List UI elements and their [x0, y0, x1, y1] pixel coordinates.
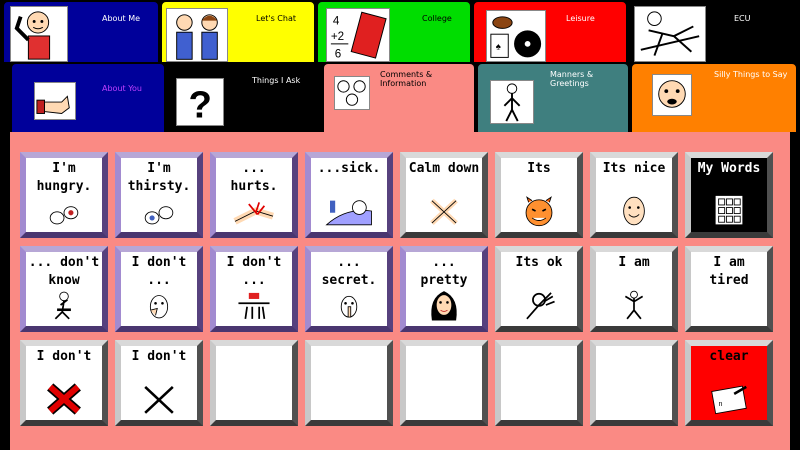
keyboard-icon — [691, 193, 767, 229]
red-x-icon — [26, 381, 102, 417]
person-greeting-icon — [490, 80, 534, 124]
speech-button-1[interactable]: I'm thirsty. — [115, 152, 203, 238]
button-label: ... pretty — [420, 255, 468, 288]
person-relaxing-icon — [634, 6, 706, 62]
svg-text:n: n — [719, 401, 723, 408]
button-label: Calm down — [408, 161, 480, 176]
tab-about-me[interactable]: About Me — [2, 0, 160, 64]
button-label: I am — [618, 255, 650, 270]
speech-button-3[interactable]: ...sick. — [305, 152, 393, 238]
button-label: ... hurts. — [230, 161, 278, 194]
ok-hand-icon — [501, 287, 577, 323]
svg-text:?: ? — [189, 83, 212, 125]
button-label: I don't — [36, 349, 92, 364]
speech-button-6[interactable]: Its nice — [590, 152, 678, 238]
tab-label: About You — [102, 84, 142, 93]
devil-face-icon — [501, 193, 577, 229]
tab-label: Leisure — [566, 14, 595, 23]
hands-icon — [216, 287, 292, 323]
tab-label: Things I Ask — [252, 76, 301, 85]
tab-lets-chat[interactable]: Let's Chat — [160, 0, 316, 64]
button-label: I don't ... — [226, 255, 282, 288]
speech-button-13[interactable]: Its ok — [495, 246, 583, 332]
tab-label: Let's Chat — [256, 14, 296, 23]
button-label: I don't ... — [131, 255, 187, 288]
empty-button[interactable] — [210, 340, 298, 426]
button-label: clear — [709, 349, 749, 364]
speech-button-4[interactable]: Calm down — [400, 152, 488, 238]
button-label: I am tired — [709, 255, 749, 288]
math-book-icon: 4 +2 6 — [326, 8, 390, 62]
question-mark-icon: ? — [176, 78, 224, 126]
leisure-items-icon: ♠ — [486, 10, 546, 62]
speech-button-2[interactable]: ... hurts. — [210, 152, 298, 238]
tab-things-i-ask[interactable]: ? Things I Ask — [166, 62, 322, 134]
tab-label: Comments & Information — [380, 70, 433, 88]
speech-button-0[interactable]: I'm hungry. — [20, 152, 108, 238]
tab-label: About Me — [102, 14, 141, 23]
speech-button-16[interactable]: I don't — [20, 340, 108, 426]
calm-down-icon — [406, 193, 482, 229]
button-label: My Words — [697, 161, 761, 176]
button-label: Its — [527, 161, 551, 176]
speech-button-10[interactable]: I don't ... — [210, 246, 298, 332]
empty-button[interactable] — [590, 340, 678, 426]
button-label: ... don't know — [28, 255, 100, 288]
sick-in-bed-icon — [311, 193, 387, 229]
pretty-woman-icon — [406, 287, 482, 323]
tab-label: Manners & Greetings — [550, 70, 594, 88]
tab-label: ECU — [734, 14, 751, 23]
tab-ecu[interactable]: ECU — [628, 0, 798, 64]
tab-silly-things[interactable]: Silly Things to Say — [630, 62, 798, 134]
thinking-person-icon — [26, 287, 102, 323]
man-waving-icon — [10, 6, 68, 62]
tab-college[interactable]: 4 +2 6 College — [316, 0, 472, 64]
thirsty-icon — [121, 193, 197, 229]
tab-label: Silly Things to Say — [714, 70, 788, 79]
silly-face-icon — [652, 74, 692, 116]
tab-about-you[interactable]: About You — [10, 62, 166, 134]
tab-comments-information[interactable]: Comments & Information — [322, 62, 476, 136]
hungry-icon — [26, 193, 102, 229]
speech-button-17[interactable]: I don't — [115, 340, 203, 426]
svg-text:4: 4 — [333, 15, 340, 28]
shh-face-icon — [311, 287, 387, 323]
empty-button[interactable] — [400, 340, 488, 426]
faces-icon — [334, 76, 370, 110]
hurt-arm-icon — [216, 193, 292, 229]
button-label: ...sick. — [317, 161, 381, 176]
speech-button-12[interactable]: ... pretty — [400, 246, 488, 332]
smiling-face-icon — [596, 193, 672, 229]
black-x-icon — [121, 381, 197, 417]
empty-button[interactable] — [305, 340, 393, 426]
svg-text:+2: +2 — [331, 30, 344, 43]
button-label: I'm hungry. — [36, 161, 92, 194]
speech-button-8[interactable]: ... don't know — [20, 246, 108, 332]
face-hand-icon — [121, 287, 197, 323]
button-label: ... secret. — [321, 255, 377, 288]
empty-button[interactable] — [495, 340, 583, 426]
speech-button-14[interactable]: I am — [590, 246, 678, 332]
tab-manners-greetings[interactable]: Manners & Greetings — [476, 62, 630, 134]
communication-board: I'm hungry. I'm thirsty. ... hurts. ...sick… — [10, 132, 790, 450]
speech-button-23[interactable]: clear n — [685, 340, 773, 426]
button-label: Its ok — [515, 255, 563, 270]
jumping-person-icon — [596, 287, 672, 323]
speech-button-15[interactable]: I am tired — [685, 246, 773, 332]
speech-button-7[interactable]: My Words — [685, 152, 773, 238]
tab-leisure[interactable]: ♠ Leisure — [472, 0, 628, 64]
speech-button-5[interactable]: Its — [495, 152, 583, 238]
speech-button-11[interactable]: ... secret. — [305, 246, 393, 332]
pointing-hand-icon — [34, 82, 76, 120]
button-label: Its nice — [602, 161, 666, 176]
tab-label: College — [422, 14, 452, 23]
speech-button-9[interactable]: I don't ... — [115, 246, 203, 332]
button-label: I'm thirsty. — [127, 161, 191, 194]
eraser-icon: n — [691, 381, 767, 417]
button-label: I don't — [131, 349, 187, 364]
svg-text:♠: ♠ — [496, 42, 501, 53]
people-chatting-icon — [166, 8, 228, 62]
svg-text:6: 6 — [335, 47, 341, 60]
